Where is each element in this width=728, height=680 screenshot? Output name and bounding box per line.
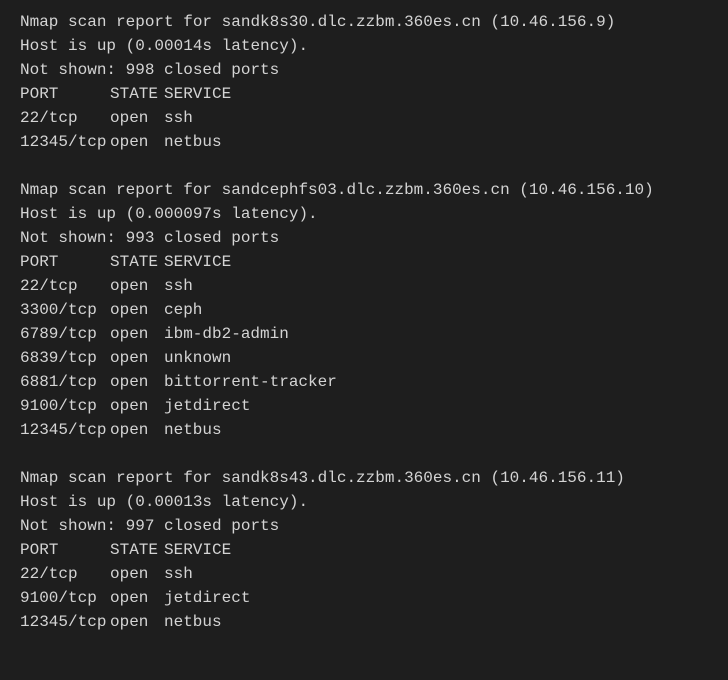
host-status-line: Host is up (0.00013s latency).	[20, 490, 708, 514]
state-cell: open	[110, 106, 164, 130]
state-cell: open	[110, 562, 164, 586]
port-header-port: PORT	[20, 250, 110, 274]
port-cell: 9100/tcp	[20, 394, 110, 418]
service-cell: ibm-db2-admin	[164, 322, 708, 346]
port-row: 3300/tcpopenceph	[20, 298, 708, 322]
port-header-service: SERVICE	[164, 250, 708, 274]
host-status-line: Host is up (0.00014s latency).	[20, 34, 708, 58]
port-row: 12345/tcpopennetbus	[20, 610, 708, 634]
host-status-line: Host is up (0.000097s latency).	[20, 202, 708, 226]
port-cell: 12345/tcp	[20, 610, 110, 634]
scan-report-header: Nmap scan report for sandcephfs03.dlc.zz…	[20, 178, 708, 202]
service-cell: bittorrent-tracker	[164, 370, 708, 394]
service-cell: ssh	[164, 274, 708, 298]
port-row: 22/tcpopenssh	[20, 562, 708, 586]
port-header-service: SERVICE	[164, 538, 708, 562]
state-cell: open	[110, 610, 164, 634]
port-header-state: STATE	[110, 82, 164, 106]
port-header-state: STATE	[110, 538, 164, 562]
service-cell: jetdirect	[164, 586, 708, 610]
terminal-output: Nmap scan report for sandk8s30.dlc.zzbm.…	[20, 10, 708, 634]
state-cell: open	[110, 130, 164, 154]
port-table-header: PORTSTATESERVICE	[20, 538, 708, 562]
port-row: 12345/tcpopennetbus	[20, 130, 708, 154]
port-cell: 22/tcp	[20, 562, 110, 586]
state-cell: open	[110, 586, 164, 610]
scan-report-header: Nmap scan report for sandk8s43.dlc.zzbm.…	[20, 466, 708, 490]
state-cell: open	[110, 274, 164, 298]
port-row: 22/tcpopenssh	[20, 274, 708, 298]
port-header-service: SERVICE	[164, 82, 708, 106]
service-cell: jetdirect	[164, 394, 708, 418]
scan-report-block: Nmap scan report for sandk8s30.dlc.zzbm.…	[20, 10, 708, 154]
port-cell: 6839/tcp	[20, 346, 110, 370]
port-table-header: PORTSTATESERVICE	[20, 250, 708, 274]
state-cell: open	[110, 418, 164, 442]
scan-report-header: Nmap scan report for sandk8s30.dlc.zzbm.…	[20, 10, 708, 34]
port-cell: 12345/tcp	[20, 418, 110, 442]
state-cell: open	[110, 346, 164, 370]
state-cell: open	[110, 322, 164, 346]
port-cell: 12345/tcp	[20, 130, 110, 154]
port-cell: 22/tcp	[20, 106, 110, 130]
scan-report-block: Nmap scan report for sandk8s43.dlc.zzbm.…	[20, 466, 708, 634]
not-shown-line: Not shown: 993 closed ports	[20, 226, 708, 250]
port-cell: 6881/tcp	[20, 370, 110, 394]
port-cell: 9100/tcp	[20, 586, 110, 610]
port-row: 12345/tcpopennetbus	[20, 418, 708, 442]
state-cell: open	[110, 394, 164, 418]
port-header-port: PORT	[20, 82, 110, 106]
port-row: 6839/tcpopenunknown	[20, 346, 708, 370]
port-row: 6881/tcpopenbittorrent-tracker	[20, 370, 708, 394]
not-shown-line: Not shown: 998 closed ports	[20, 58, 708, 82]
state-cell: open	[110, 370, 164, 394]
port-header-port: PORT	[20, 538, 110, 562]
port-cell: 6789/tcp	[20, 322, 110, 346]
scan-report-block: Nmap scan report for sandcephfs03.dlc.zz…	[20, 178, 708, 442]
service-cell: ssh	[164, 106, 708, 130]
port-table-header: PORTSTATESERVICE	[20, 82, 708, 106]
port-cell: 22/tcp	[20, 274, 110, 298]
service-cell: netbus	[164, 610, 708, 634]
state-cell: open	[110, 298, 164, 322]
port-row: 9100/tcpopenjetdirect	[20, 586, 708, 610]
service-cell: ceph	[164, 298, 708, 322]
port-row: 22/tcpopenssh	[20, 106, 708, 130]
service-cell: netbus	[164, 130, 708, 154]
not-shown-line: Not shown: 997 closed ports	[20, 514, 708, 538]
service-cell: netbus	[164, 418, 708, 442]
port-row: 6789/tcpopenibm-db2-admin	[20, 322, 708, 346]
service-cell: ssh	[164, 562, 708, 586]
service-cell: unknown	[164, 346, 708, 370]
port-row: 9100/tcpopenjetdirect	[20, 394, 708, 418]
port-cell: 3300/tcp	[20, 298, 110, 322]
port-header-state: STATE	[110, 250, 164, 274]
